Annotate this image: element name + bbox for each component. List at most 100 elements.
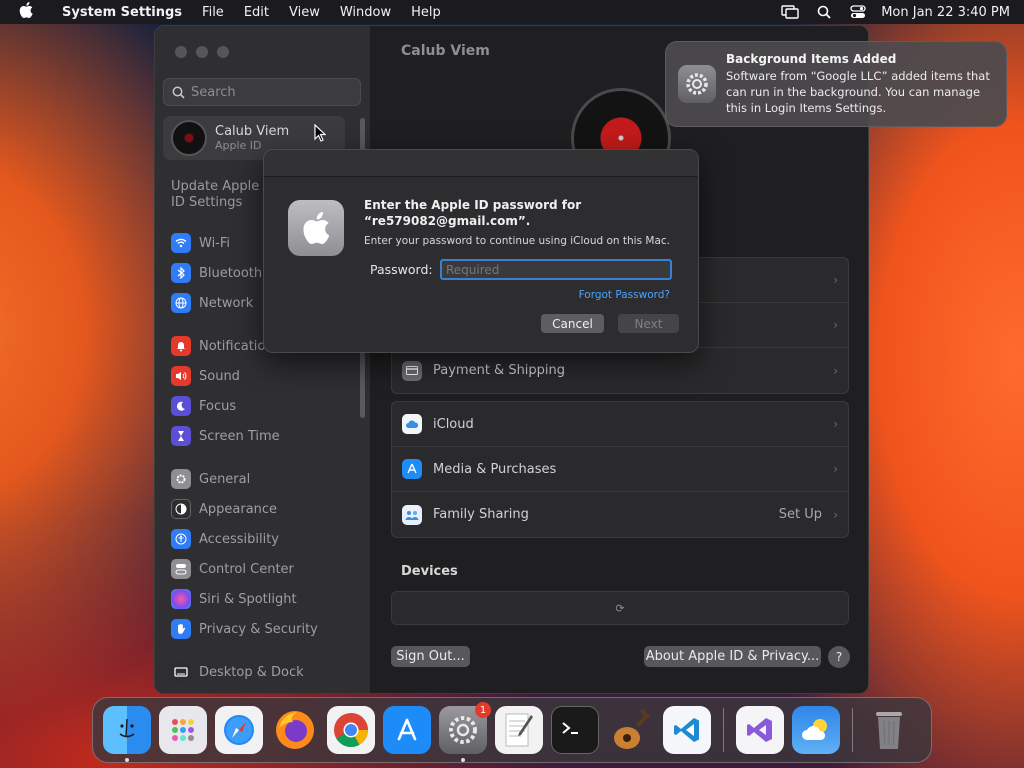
dialog-titlebar: [264, 150, 698, 177]
sidebar-item-wifi[interactable]: Wi-Fi: [171, 232, 230, 254]
globe-icon: [171, 293, 191, 313]
close-button[interactable]: [175, 46, 187, 58]
sidebar-item-focus[interactable]: Focus: [171, 395, 236, 417]
menu-edit[interactable]: Edit: [234, 5, 279, 20]
gear-icon: [171, 469, 191, 489]
sidebar-search[interactable]: Search: [163, 78, 361, 106]
dock-separator: [723, 708, 724, 752]
firefox-icon[interactable]: [271, 706, 319, 754]
terminal-icon[interactable]: [551, 706, 599, 754]
password-label: Password:: [370, 262, 433, 277]
next-button[interactable]: Next: [618, 314, 679, 333]
menu-app-name[interactable]: System Settings: [52, 5, 192, 20]
vscode-icon[interactable]: [663, 706, 711, 754]
safari-icon[interactable]: [215, 706, 263, 754]
control-center-icon[interactable]: [841, 5, 875, 19]
control-center-icon: [171, 559, 191, 579]
sidebar-item-label: Focus: [199, 398, 237, 414]
system-settings-icon: [678, 65, 716, 103]
help-button[interactable]: ?: [828, 646, 850, 668]
bell-icon: [171, 336, 191, 356]
media-purchases-row[interactable]: Media & Purchases ›: [392, 447, 848, 492]
trash-icon[interactable]: [865, 706, 913, 754]
menu-window[interactable]: Window: [330, 5, 401, 20]
icloud-row[interactable]: iCloud ›: [392, 402, 848, 447]
sidebar-item-bluetooth[interactable]: Bluetooth: [171, 262, 262, 284]
dock: 1: [92, 697, 932, 763]
desktop-icon: [171, 662, 191, 682]
traffic-lights: [175, 46, 229, 58]
chevron-right-icon: ›: [833, 318, 838, 332]
zoom-button[interactable]: [217, 46, 229, 58]
sidebar-item-privacy-security[interactable]: Privacy & Security: [171, 618, 318, 640]
dialog-subtitle: Enter your password to continue using iC…: [364, 235, 670, 247]
screen-mirroring-icon[interactable]: [773, 5, 807, 19]
sidebar-item-label: Accessibility: [199, 531, 279, 547]
password-dialog: Enter the Apple ID password for “re57908…: [263, 149, 699, 353]
sidebar-item-appearance[interactable]: Appearance: [171, 498, 277, 520]
services-group: iCloud › Media & Purchases › Family Shar…: [391, 401, 849, 538]
wifi-icon: [171, 233, 191, 253]
siri-icon: [171, 589, 191, 609]
about-apple-id-button[interactable]: About Apple ID & Privacy...: [644, 646, 821, 667]
notification-title: Background Items Added: [726, 52, 897, 66]
apple-logo-icon: [288, 200, 344, 256]
menu-help[interactable]: Help: [401, 5, 451, 20]
sidebar-item-siri-spotlight[interactable]: Siri & Spotlight: [171, 588, 297, 610]
hourglass-icon: [171, 426, 191, 446]
sidebar-item-screen-time[interactable]: Screen Time: [171, 425, 280, 447]
textedit-icon[interactable]: [495, 706, 543, 754]
family-sharing-row[interactable]: Family Sharing Set Up ›: [392, 492, 848, 537]
sidebar-item-label: Screen Time: [199, 428, 280, 444]
spotlight-search-icon[interactable]: [807, 5, 841, 19]
apple-menu-icon[interactable]: [0, 2, 52, 22]
password-field[interactable]: [440, 259, 672, 280]
minimize-button[interactable]: [196, 46, 208, 58]
payment-shipping-row[interactable]: Payment & Shipping ›: [392, 348, 848, 393]
row-label: iCloud: [433, 416, 474, 432]
sidebar-item-general[interactable]: General: [171, 468, 250, 490]
launchpad-icon[interactable]: [159, 706, 207, 754]
sidebar-item-accessibility[interactable]: Accessibility: [171, 528, 279, 550]
family-icon: [402, 504, 422, 525]
hand-icon: [171, 619, 191, 639]
sidebar-item-label: Sound: [199, 368, 240, 384]
chevron-right-icon: ›: [833, 417, 838, 431]
appstore-icon: [402, 459, 422, 479]
sidebar-item-network[interactable]: Network: [171, 292, 253, 314]
chevron-right-icon: ›: [833, 363, 838, 378]
notification-banner[interactable]: Background Items Added Software from “Go…: [665, 41, 1007, 127]
menu-file[interactable]: File: [192, 5, 234, 20]
update-apple-id-link[interactable]: Update Apple ID Settings: [171, 179, 261, 211]
speaker-icon: [171, 366, 191, 386]
sidebar-item-label: General: [199, 471, 251, 487]
forgot-password-link[interactable]: Forgot Password?: [579, 289, 670, 301]
visual-studio-icon[interactable]: [736, 706, 784, 754]
page-title: Calub Viem: [401, 43, 490, 59]
devices-heading: Devices: [401, 564, 458, 579]
sidebar-item-label: Desktop & Dock: [199, 664, 304, 680]
sidebar-item-label: Siri & Spotlight: [199, 591, 297, 607]
sign-out-button[interactable]: Sign Out...: [391, 646, 470, 667]
sidebar-item-control-center[interactable]: Control Center: [171, 558, 294, 580]
menu-clock[interactable]: Mon Jan 22 3:40 PM: [875, 5, 1010, 20]
system-settings-icon[interactable]: 1: [439, 702, 491, 762]
weather-icon[interactable]: [792, 706, 840, 754]
chrome-icon[interactable]: [327, 706, 375, 754]
cancel-button[interactable]: Cancel: [541, 314, 604, 333]
account-name: Calub Viem: [215, 124, 290, 139]
mouse-cursor: [314, 123, 327, 146]
menu-view[interactable]: View: [279, 5, 330, 20]
loading-spinner-icon: ⟳: [615, 601, 625, 615]
sidebar-item-sound[interactable]: Sound: [171, 365, 240, 387]
sidebar-item-label: Bluetooth: [199, 265, 263, 281]
moon-icon: [171, 396, 191, 416]
appstore-icon[interactable]: [383, 706, 431, 754]
dock-separator: [852, 708, 853, 752]
family-sharing-value: Set Up: [778, 507, 822, 522]
chevron-right-icon: ›: [833, 462, 838, 476]
sidebar-item-desktop-dock[interactable]: Desktop & Dock: [171, 661, 304, 683]
sidebar-item-label: Wi-Fi: [199, 235, 231, 251]
garageband-icon[interactable]: [607, 706, 655, 754]
finder-icon[interactable]: [103, 706, 151, 762]
